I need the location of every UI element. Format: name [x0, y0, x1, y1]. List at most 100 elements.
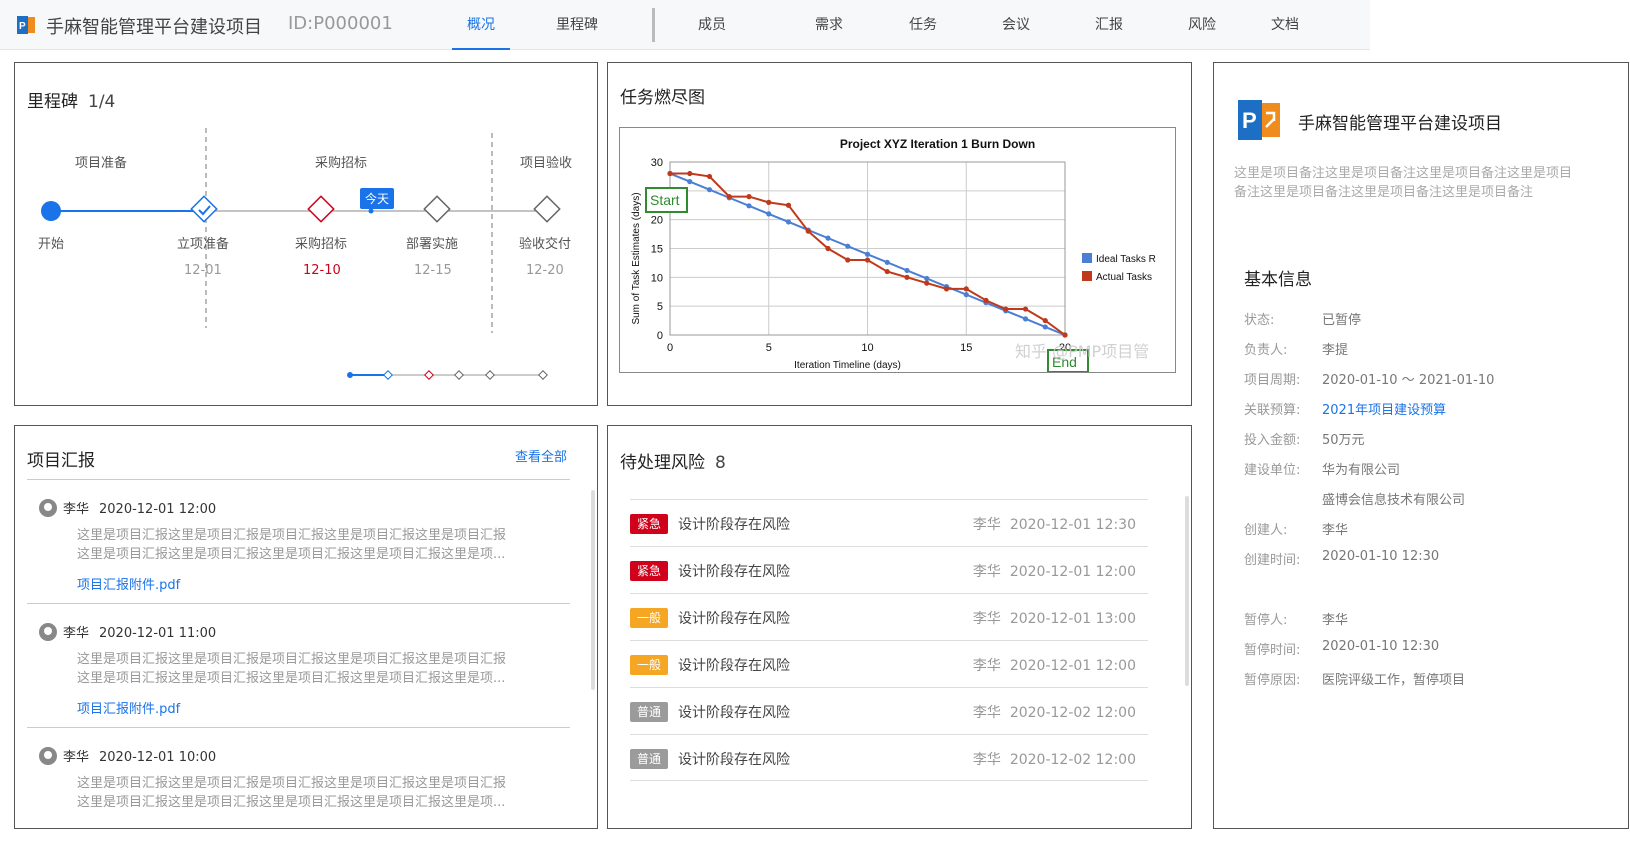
note-line: 这里是项目备注这里是项目备注这里是项目备注这里是项目	[1234, 166, 1573, 181]
report-item[interactable]: 李华 2020-12-01 11:00 这里是项目汇报这里是项目汇报是项目汇报这里…	[27, 605, 570, 727]
data-point	[706, 173, 713, 180]
data-point	[904, 267, 910, 274]
data-point	[766, 211, 772, 217]
info-row-amount: 投入金额: 50万元	[1244, 429, 1365, 448]
risk-row[interactable]: 普通 设计阶段存在风险 李华 2020-12-02 12:00	[630, 687, 1148, 734]
y-tick-label: 15	[651, 244, 663, 256]
mini-nav-dot[interactable]	[485, 370, 495, 380]
report-time: 2020-12-01 11:00	[99, 626, 217, 641]
risk-level-badge: 一般	[630, 655, 668, 675]
mini-nav-dot[interactable]	[383, 370, 393, 380]
legend-label: Actual Tasks	[1096, 272, 1152, 283]
milestone-node-current[interactable]	[307, 195, 335, 223]
note-line: 备注这里是项目备注这里是项目备注这里是项目备注	[1234, 185, 1534, 200]
report-attachment-link[interactable]: 项目汇报附件.pdf	[77, 698, 180, 717]
data-point	[864, 257, 871, 263]
risk-row[interactable]: 一般 设计阶段存在风险 李华 2020-12-01 13:00	[630, 593, 1148, 640]
top-bar: P 手麻智能管理平台建设项目 ID:P000001 概况 里程碑 成员 需求 任…	[0, 0, 1370, 50]
risk-level-badge: 普通	[630, 702, 668, 722]
data-point	[667, 170, 673, 177]
data-point	[1022, 316, 1029, 322]
risks-title: 待处理风险 8	[620, 448, 726, 473]
tab-reports[interactable]: 汇报	[1080, 0, 1138, 50]
reports-panel: 项目汇报 查看全部 李华 2020-12-01 12:00 这里是项目汇报这里是项…	[14, 425, 598, 829]
tab-documents[interactable]: 文档	[1256, 0, 1314, 50]
info-value: 李华	[1322, 613, 1349, 628]
github-avatar-icon	[39, 499, 57, 517]
tab-requirements[interactable]: 需求	[800, 0, 858, 50]
y-tick-label: 5	[657, 301, 663, 313]
risk-row[interactable]: 紧急 设计阶段存在风险 李华 2020-12-01 12:00	[630, 546, 1148, 593]
risk-time: 2020-12-01 12:30	[1009, 517, 1136, 533]
tab-members[interactable]: 成员	[683, 0, 741, 50]
today-marker	[368, 208, 374, 214]
risk-time: 2020-12-01 13:00	[1009, 611, 1136, 627]
data-point	[805, 228, 811, 234]
info-value: 华为有限公司	[1322, 463, 1401, 478]
reports-scrollbar[interactable]	[591, 490, 595, 690]
divider	[27, 603, 570, 604]
risks-scrollbar[interactable]	[1185, 496, 1189, 686]
view-all-link[interactable]: 查看全部	[515, 446, 567, 465]
data-point	[687, 179, 693, 185]
divider	[27, 727, 570, 728]
basic-info-title: 基本信息	[1244, 270, 1312, 290]
milestone-node-done[interactable]	[190, 195, 218, 223]
milestone-node[interactable]	[533, 195, 561, 223]
data-point	[904, 274, 910, 280]
mini-nav-dot[interactable]	[538, 370, 548, 380]
risk-owner: 李华	[972, 564, 1001, 580]
report-author: 李华 2020-12-01 10:00	[39, 746, 216, 765]
report-author: 李华 2020-12-01 12:00	[39, 498, 216, 517]
risk-name: 设计阶段存在风险	[678, 517, 790, 533]
mini-nav-dot[interactable]	[347, 372, 353, 378]
tab-risks[interactable]: 风险	[1173, 0, 1231, 50]
data-point	[943, 286, 950, 292]
data-point	[884, 268, 890, 275]
phase-label: 项目验收	[520, 156, 573, 171]
x-tick-label: 10	[861, 342, 873, 354]
reports-title: 项目汇报	[27, 451, 95, 471]
report-text-line: 这里是项目汇报这里是项目汇报这里是项目汇报这里是项目汇报这里是项...	[77, 795, 506, 810]
risk-name: 设计阶段存在风险	[678, 752, 790, 768]
info-label: 暂停原因:	[1244, 673, 1301, 688]
info-value: 2020-01-10 12:30	[1322, 549, 1440, 564]
risk-time: 2020-12-02 12:00	[1009, 705, 1136, 721]
tab-tasks[interactable]: 任务	[894, 0, 952, 50]
report-item[interactable]: 李华 2020-12-01 12:00 这里是项目汇报这里是项目汇报是项目汇报这里…	[27, 481, 570, 603]
chart-title: Project XYZ Iteration 1 Burn Down	[840, 137, 1035, 151]
x-tick-label: 15	[960, 342, 972, 354]
mini-nav-dot[interactable]	[424, 370, 434, 380]
milestone-node[interactable]	[423, 195, 451, 223]
tab-meetings[interactable]: 会议	[987, 0, 1045, 50]
start-node[interactable]	[41, 201, 61, 221]
tab-overview[interactable]: 概况	[452, 0, 510, 50]
risk-row[interactable]: 一般 设计阶段存在风险 李华 2020-12-01 12:00	[630, 640, 1148, 687]
node-date: 12-01	[184, 263, 222, 278]
risk-owner: 李华	[972, 752, 1001, 768]
risk-row[interactable]: 普通 设计阶段存在风险 李华 2020-12-02 12:00	[630, 734, 1148, 781]
report-item[interactable]: 李华 2020-12-01 10:00 这里是项目汇报这里是项目汇报是项目汇报这里…	[27, 729, 570, 829]
risk-row[interactable]: 紧急 设计阶段存在风险 李华 2020-12-01 12:30	[630, 499, 1148, 546]
risk-meta: 李华 2020-12-02 12:00	[973, 702, 1136, 722]
data-point	[687, 170, 693, 177]
project-title: 手麻智能管理平台建设项目	[46, 17, 262, 38]
risks-title-text: 待处理风险	[620, 453, 705, 473]
github-avatar-icon	[39, 747, 57, 765]
budget-link[interactable]: 2021年项目建设预算	[1322, 399, 1446, 418]
y-tick-label: 10	[651, 272, 663, 284]
info-row-builder: 建设单位: 华为有限公司	[1244, 459, 1400, 478]
info-row-pause-time: 暂停时间: 2020-01-10 12:30	[1244, 639, 1439, 658]
info-row-owner: 负责人: 李提	[1244, 339, 1348, 358]
tab-milestone[interactable]: 里程碑	[548, 0, 606, 50]
y-tick-label: 0	[657, 330, 663, 342]
data-point	[884, 259, 890, 265]
data-point	[785, 202, 792, 208]
risk-meta: 李华 2020-12-01 13:00	[973, 608, 1136, 628]
report-author-name: 李华	[63, 502, 90, 517]
report-attachment-link[interactable]: 项目汇报附件.pdf	[77, 574, 180, 593]
risk-name: 设计阶段存在风险	[678, 658, 790, 674]
milestone-panel: 里程碑 1/4 项目准备 采购招标 项目验收 今天 开始 立项准备 采购招标 部署…	[14, 62, 598, 406]
mini-nav-dot[interactable]	[454, 370, 464, 380]
data-point	[845, 243, 851, 249]
